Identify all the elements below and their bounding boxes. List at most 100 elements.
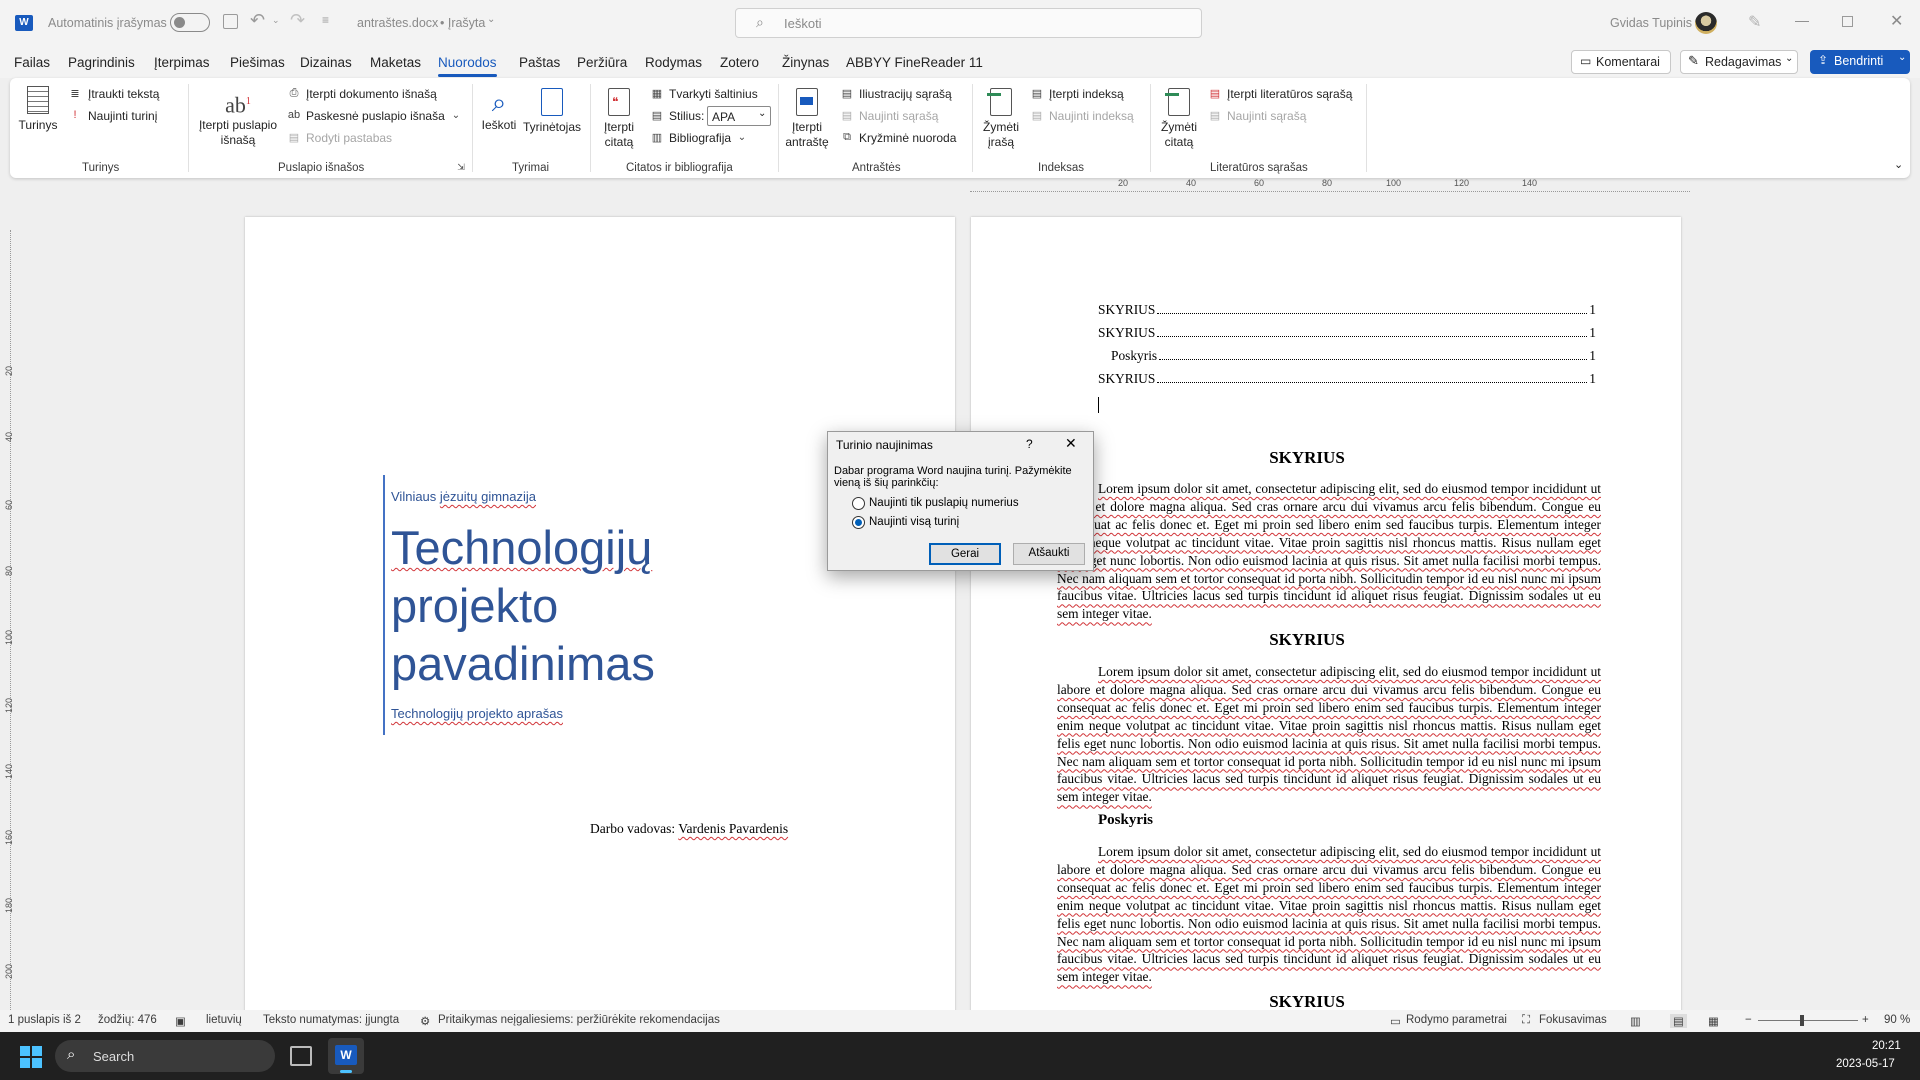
manage-sources-button[interactable]: Tvarkyti šaltinius	[669, 87, 758, 101]
zoom-out-icon[interactable]: −	[1745, 1014, 1752, 1026]
dialog-close-icon[interactable]: ✕	[1065, 435, 1077, 452]
insert-index-button[interactable]: Įterpti indeksą	[1049, 87, 1124, 101]
tab-mailings[interactable]: Paštas	[519, 55, 560, 70]
document-page-2[interactable]: SKYRIUS 1 SKYRIUS 1 Poskyris 1 SKYRIUS 1 SKY…	[971, 217, 1681, 1017]
chevron-down-icon[interactable]: ⌄	[1898, 52, 1906, 63]
word-taskbar-icon[interactable]: W	[328, 1038, 364, 1074]
share-button[interactable]: ⇪ Bendrinti ⌄	[1810, 50, 1910, 74]
insert-citation-button[interactable]: ❝ Įterpti citatą	[596, 86, 642, 150]
editing-button[interactable]: ✎ Redagavimas ⌄	[1680, 50, 1798, 74]
toc-button[interactable]: Turinys	[18, 86, 58, 133]
bibliography-dropdown-icon[interactable]: ⌄	[737, 130, 747, 144]
tab-layout[interactable]: Maketas	[370, 55, 421, 70]
toc-entry[interactable]: SKYRIUS 1	[1098, 325, 1596, 341]
tab-references[interactable]: Nuorodos	[438, 55, 497, 77]
undo-icon[interactable]: ↶	[250, 10, 265, 31]
redo-icon[interactable]: ↷	[290, 10, 305, 31]
search-button[interactable]: ⌕ Ieškoti	[478, 86, 520, 133]
web-layout-icon[interactable]: ▦	[1708, 1014, 1719, 1028]
vertical-ruler[interactable]: 20 40 60 80 100 120 140 160 180 200	[0, 190, 22, 1010]
update-figures-button[interactable]: Naujinti sąrašą	[859, 109, 938, 123]
restore-icon[interactable]	[1842, 16, 1853, 27]
insert-endnote-button[interactable]: Įterpti dokumento išnašą	[306, 87, 437, 101]
tab-draw[interactable]: Piešimas	[230, 55, 285, 70]
tab-insert[interactable]: Įterpimas	[154, 55, 210, 70]
researcher-button[interactable]: Tyrinėtojas	[522, 86, 582, 135]
cross-reference-icon: ⧉	[843, 130, 851, 143]
toc-entry[interactable]: Poskyris 1	[1098, 348, 1596, 364]
text-prediction[interactable]: Teksto numatymas: įjungta	[263, 1014, 399, 1026]
windows-start-icon[interactable]	[20, 1046, 42, 1068]
style-select[interactable]: APA ⌄	[707, 106, 771, 126]
customize-qat-icon[interactable]: ≡	[322, 13, 329, 27]
insert-caption-button[interactable]: Įterpti antraštę	[782, 86, 832, 150]
save-icon[interactable]	[223, 14, 238, 29]
tab-design[interactable]: Dizainas	[300, 55, 352, 70]
proofing-icon[interactable]: ▣	[175, 1014, 186, 1028]
pen-icon[interactable]: ✎	[1748, 12, 1761, 32]
tab-abbyy[interactable]: ABBYY FineReader 11	[846, 55, 983, 70]
autosave-toggle[interactable]	[170, 13, 210, 32]
filename-chevron-icon[interactable]: ⌄	[487, 14, 495, 25]
tab-home[interactable]: Pagrindinis	[68, 55, 135, 70]
close-icon[interactable]: ✕	[1890, 11, 1903, 31]
update-index-button[interactable]: Naujinti indeksą	[1049, 109, 1134, 123]
taskbar-search[interactable]: ⌕ Search	[55, 1040, 275, 1072]
display-settings[interactable]: Rodymo parametrai	[1406, 1014, 1507, 1026]
bibliography-button[interactable]: Bibliografija	[669, 131, 731, 145]
help-icon[interactable]: ?	[1026, 437, 1033, 451]
language[interactable]: lietuvių	[206, 1014, 242, 1026]
clock-date[interactable]: 2023-05-17	[1836, 1058, 1895, 1070]
cancel-button[interactable]: Atšaukti	[1013, 543, 1085, 565]
word-logo-icon[interactable]: W	[15, 15, 33, 31]
mark-entry-button[interactable]: Žymėti įrašą	[976, 86, 1026, 150]
mark-citation-button[interactable]: Žymėti citatą	[1154, 86, 1204, 150]
dialog-launcher-icon[interactable]: ⇲	[456, 162, 466, 172]
next-footnote-dropdown-icon[interactable]: ⌄	[450, 108, 462, 122]
tab-zotero[interactable]: Zotero	[720, 55, 759, 70]
clock-time[interactable]: 20:21	[1872, 1040, 1901, 1052]
document-page-1[interactable]: Vilniaus jėzuitų gimnazija Technologijų …	[245, 217, 955, 1017]
minimize-icon[interactable]: —	[1795, 12, 1809, 28]
cross-reference-button[interactable]: Kryžminė nuoroda	[859, 131, 956, 145]
avatar[interactable]	[1695, 12, 1717, 34]
option-entire-table-radio[interactable]	[852, 516, 865, 529]
insert-footnote-button[interactable]: ab1 Įterpti puslapio išnašą	[196, 86, 280, 148]
search-input[interactable]: Ieškoti	[784, 16, 822, 31]
toc-entry[interactable]: SKYRIUS 1	[1098, 302, 1596, 318]
horizontal-ruler[interactable]: 20 40 60 80 100 120 140	[970, 178, 1690, 192]
page-count[interactable]: 1 puslapis iš 2	[8, 1014, 81, 1026]
tab-file[interactable]: Failas	[14, 55, 50, 70]
add-text-button[interactable]: Įtraukti tekstą	[88, 87, 159, 101]
word-count[interactable]: žodžių: 476	[98, 1014, 157, 1026]
table-of-figures-button[interactable]: Iliustracijų sąrašą	[859, 87, 952, 101]
tab-review[interactable]: Peržiūra	[577, 55, 627, 70]
search-box[interactable]: ⌕ Ieškoti	[735, 8, 1202, 38]
collapse-ribbon-icon[interactable]: ⌄	[1894, 158, 1903, 171]
update-toc-dialog[interactable]: Turinio naujinimas ? ✕ Dabar programa Wo…	[827, 431, 1094, 571]
update-toa-button[interactable]: Naujinti sąrašą	[1227, 109, 1306, 123]
read-mode-icon[interactable]: ▥	[1630, 1014, 1641, 1028]
toc-icon	[27, 86, 49, 114]
zoom-in-icon[interactable]: +	[1862, 1014, 1869, 1026]
print-layout-icon[interactable]: ▤	[1670, 1014, 1687, 1028]
show-notes-button[interactable]: Rodyti pastabas	[306, 131, 392, 145]
focus-mode[interactable]: Fokusavimas	[1539, 1014, 1607, 1026]
option-page-numbers-radio[interactable]	[852, 497, 865, 510]
comments-button[interactable]: ▭ Komentarai	[1571, 50, 1671, 74]
tab-help[interactable]: Žinynas	[782, 55, 829, 70]
accessibility-status[interactable]: Pritaikymas neįgaliesiems: peržiūrėkite …	[438, 1014, 720, 1026]
task-view-icon[interactable]	[290, 1046, 312, 1066]
next-footnote-button[interactable]: Paskesnė puslapio išnaša	[306, 109, 445, 123]
zoom-level[interactable]: 90 %	[1884, 1014, 1910, 1026]
update-toc-button[interactable]: Naujinti turinį	[88, 109, 157, 123]
user-name[interactable]: Gvidas Tupinis	[1610, 16, 1692, 30]
ok-button[interactable]: Gerai	[929, 543, 1001, 565]
insert-toa-button[interactable]: Įterpti literatūros sąrašą	[1227, 87, 1352, 101]
undo-dropdown-icon[interactable]: ⌄	[272, 15, 280, 26]
tab-view[interactable]: Rodymas	[645, 55, 702, 70]
option-page-numbers-label[interactable]: Naujinti tik puslapių numerius	[869, 497, 1019, 509]
toc-entry[interactable]: SKYRIUS 1	[1098, 371, 1596, 387]
option-entire-table-label[interactable]: Naujinti visą turinį	[869, 516, 959, 528]
zoom-slider[interactable]	[1758, 1015, 1858, 1026]
